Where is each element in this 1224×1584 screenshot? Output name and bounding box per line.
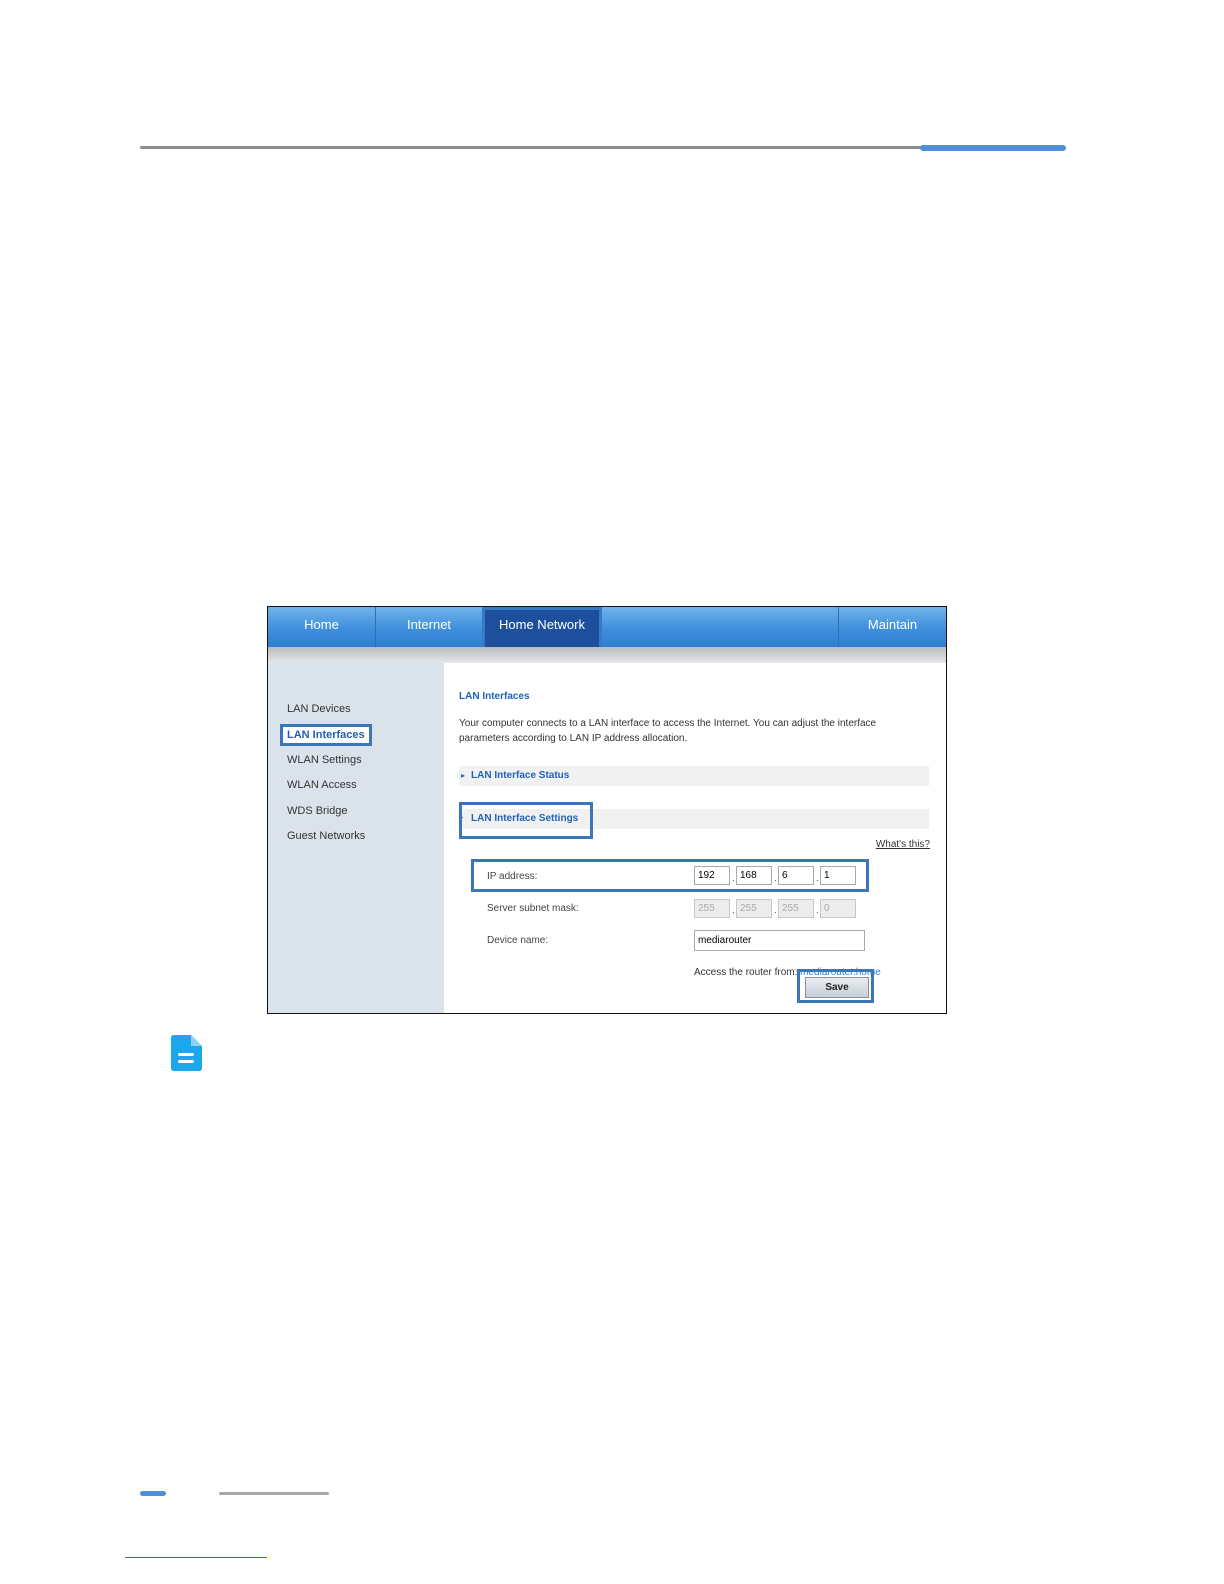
header-rule: [140, 146, 925, 149]
ip-dot: .: [816, 873, 819, 884]
sidebar-item-lan-interfaces[interactable]: LAN Interfaces: [280, 724, 372, 746]
sidebar: LAN Devices LAN Interfaces WLAN Settings…: [268, 663, 444, 1013]
ip-octet-2[interactable]: [736, 866, 772, 885]
device-name-input[interactable]: [694, 930, 865, 951]
top-navigation: Home Internet Home Network Maintain: [268, 607, 946, 651]
mask-octet-4: [820, 899, 856, 918]
chevron-right-icon: ▸: [461, 771, 466, 780]
footer-rule: [219, 1492, 329, 1495]
page-description: Your computer connects to a LAN interfac…: [459, 718, 877, 744]
mask-dot: .: [732, 905, 735, 916]
router-ui-screenshot: Home Internet Home Network Maintain LAN …: [267, 606, 947, 1014]
ip-octet-4[interactable]: [820, 866, 856, 885]
page-title: LAN Interfaces: [459, 691, 530, 702]
header-accent-bar: [920, 145, 1066, 151]
access-text: Access the router from:: [694, 967, 798, 978]
mask-octet-1: [694, 899, 730, 918]
tab-internet[interactable]: Internet: [376, 607, 482, 647]
tab-maintain[interactable]: Maintain: [839, 607, 946, 647]
tab-home[interactable]: Home: [268, 607, 375, 647]
ip-address-label: IP address:: [487, 871, 538, 882]
mask-dot: .: [774, 905, 777, 916]
mask-dot: .: [816, 905, 819, 916]
subnet-mask-label: Server subnet mask:: [487, 903, 579, 914]
mask-octet-2: [736, 899, 772, 918]
highlight-frame: [459, 802, 593, 839]
sidebar-item-wds-bridge[interactable]: WDS Bridge: [287, 805, 348, 817]
sidebar-item-lan-devices[interactable]: LAN Devices: [287, 703, 351, 715]
tab-home-network[interactable]: Home Network: [482, 607, 602, 651]
note-document-icon: [171, 1035, 202, 1071]
ip-octet-1[interactable]: [694, 866, 730, 885]
footer-accent-bar: [140, 1491, 166, 1496]
nav-shadow: [268, 647, 946, 663]
sidebar-item-guest-networks[interactable]: Guest Networks: [287, 830, 365, 842]
sidebar-item-wlan-access[interactable]: WLAN Access: [287, 779, 357, 791]
section-lan-interface-status[interactable]: ▸ LAN Interface Status: [459, 766, 929, 786]
footer-underline: [125, 1557, 267, 1558]
ip-dot: .: [774, 873, 777, 884]
main-content: LAN Interfaces Your computer connects to…: [444, 663, 946, 1013]
save-button[interactable]: Save: [805, 977, 869, 998]
sidebar-item-wlan-settings[interactable]: WLAN Settings: [287, 754, 362, 766]
ip-octet-3[interactable]: [778, 866, 814, 885]
device-name-label: Device name:: [487, 935, 549, 946]
mask-octet-3: [778, 899, 814, 918]
whats-this-link[interactable]: What's this?: [876, 839, 930, 850]
ip-dot: .: [732, 873, 735, 884]
section-label[interactable]: LAN Interface Status: [471, 770, 569, 781]
